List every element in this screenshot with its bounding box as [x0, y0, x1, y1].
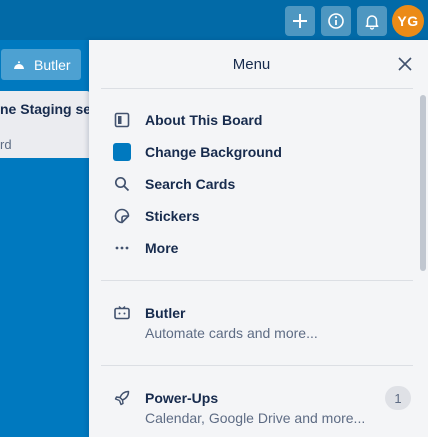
- list-title[interactable]: ne Staging serv: [0, 101, 90, 117]
- list-card-text[interactable]: rd: [0, 137, 12, 152]
- menu-item-about-board[interactable]: About This Board: [112, 106, 402, 134]
- board-menu-panel: Menu About This Board Change Background …: [89, 40, 428, 437]
- background-swatch-icon: [112, 142, 132, 162]
- search-icon: [112, 174, 132, 194]
- info-icon: [328, 13, 344, 29]
- menu-item-label: Butler: [145, 305, 186, 321]
- board-icon: [112, 110, 132, 130]
- info-button[interactable]: [321, 6, 351, 36]
- menu-item-label: Stickers: [145, 208, 200, 224]
- menu-item-change-background[interactable]: Change Background: [112, 138, 402, 166]
- menu-item-more[interactable]: More: [112, 234, 402, 262]
- sticker-icon: [112, 206, 132, 226]
- rocket-icon: [112, 388, 132, 408]
- menu-item-power-ups[interactable]: Power-Ups Calendar, Google Drive and mor…: [112, 388, 412, 426]
- menu-scrollbar[interactable]: [420, 95, 426, 271]
- board-butler-label: Butler: [34, 56, 71, 73]
- menu-title: Menu: [232, 56, 271, 73]
- menu-item-label: Search Cards: [145, 176, 236, 192]
- butler-bell-icon: [13, 60, 25, 69]
- bell-icon: [365, 15, 379, 30]
- board-list: ne Staging serv rd: [0, 91, 90, 437]
- menu-divider: [101, 365, 413, 366]
- power-ups-count-badge: 1: [385, 386, 411, 410]
- butler-icon: [112, 303, 132, 323]
- add-button[interactable]: [285, 6, 315, 36]
- menu-item-label: Change Background: [145, 144, 282, 160]
- menu-header: Menu: [89, 40, 428, 88]
- plus-icon: [293, 14, 307, 28]
- close-menu-button[interactable]: [395, 54, 415, 74]
- board-background: [0, 158, 90, 437]
- menu-item-label: Power-Ups: [145, 390, 219, 406]
- menu-item-label: About This Board: [145, 112, 263, 128]
- avatar[interactable]: YG: [392, 5, 424, 37]
- menu-item-butler[interactable]: Butler Automate cards and more...: [112, 303, 412, 341]
- board-header: YG: [0, 0, 428, 40]
- menu-item-search-cards[interactable]: Search Cards: [112, 170, 402, 198]
- more-icon: [112, 238, 132, 258]
- board-butler-button[interactable]: Butler: [1, 49, 81, 80]
- menu-item-label: More: [145, 240, 179, 256]
- menu-item-description: Automate cards and more...: [145, 325, 318, 341]
- notifications-button[interactable]: [357, 6, 387, 36]
- close-icon: [398, 57, 412, 71]
- menu-item-stickers[interactable]: Stickers: [112, 202, 402, 230]
- menu-divider: [101, 88, 413, 89]
- menu-item-description: Calendar, Google Drive and more...: [145, 410, 366, 426]
- menu-divider: [101, 280, 413, 281]
